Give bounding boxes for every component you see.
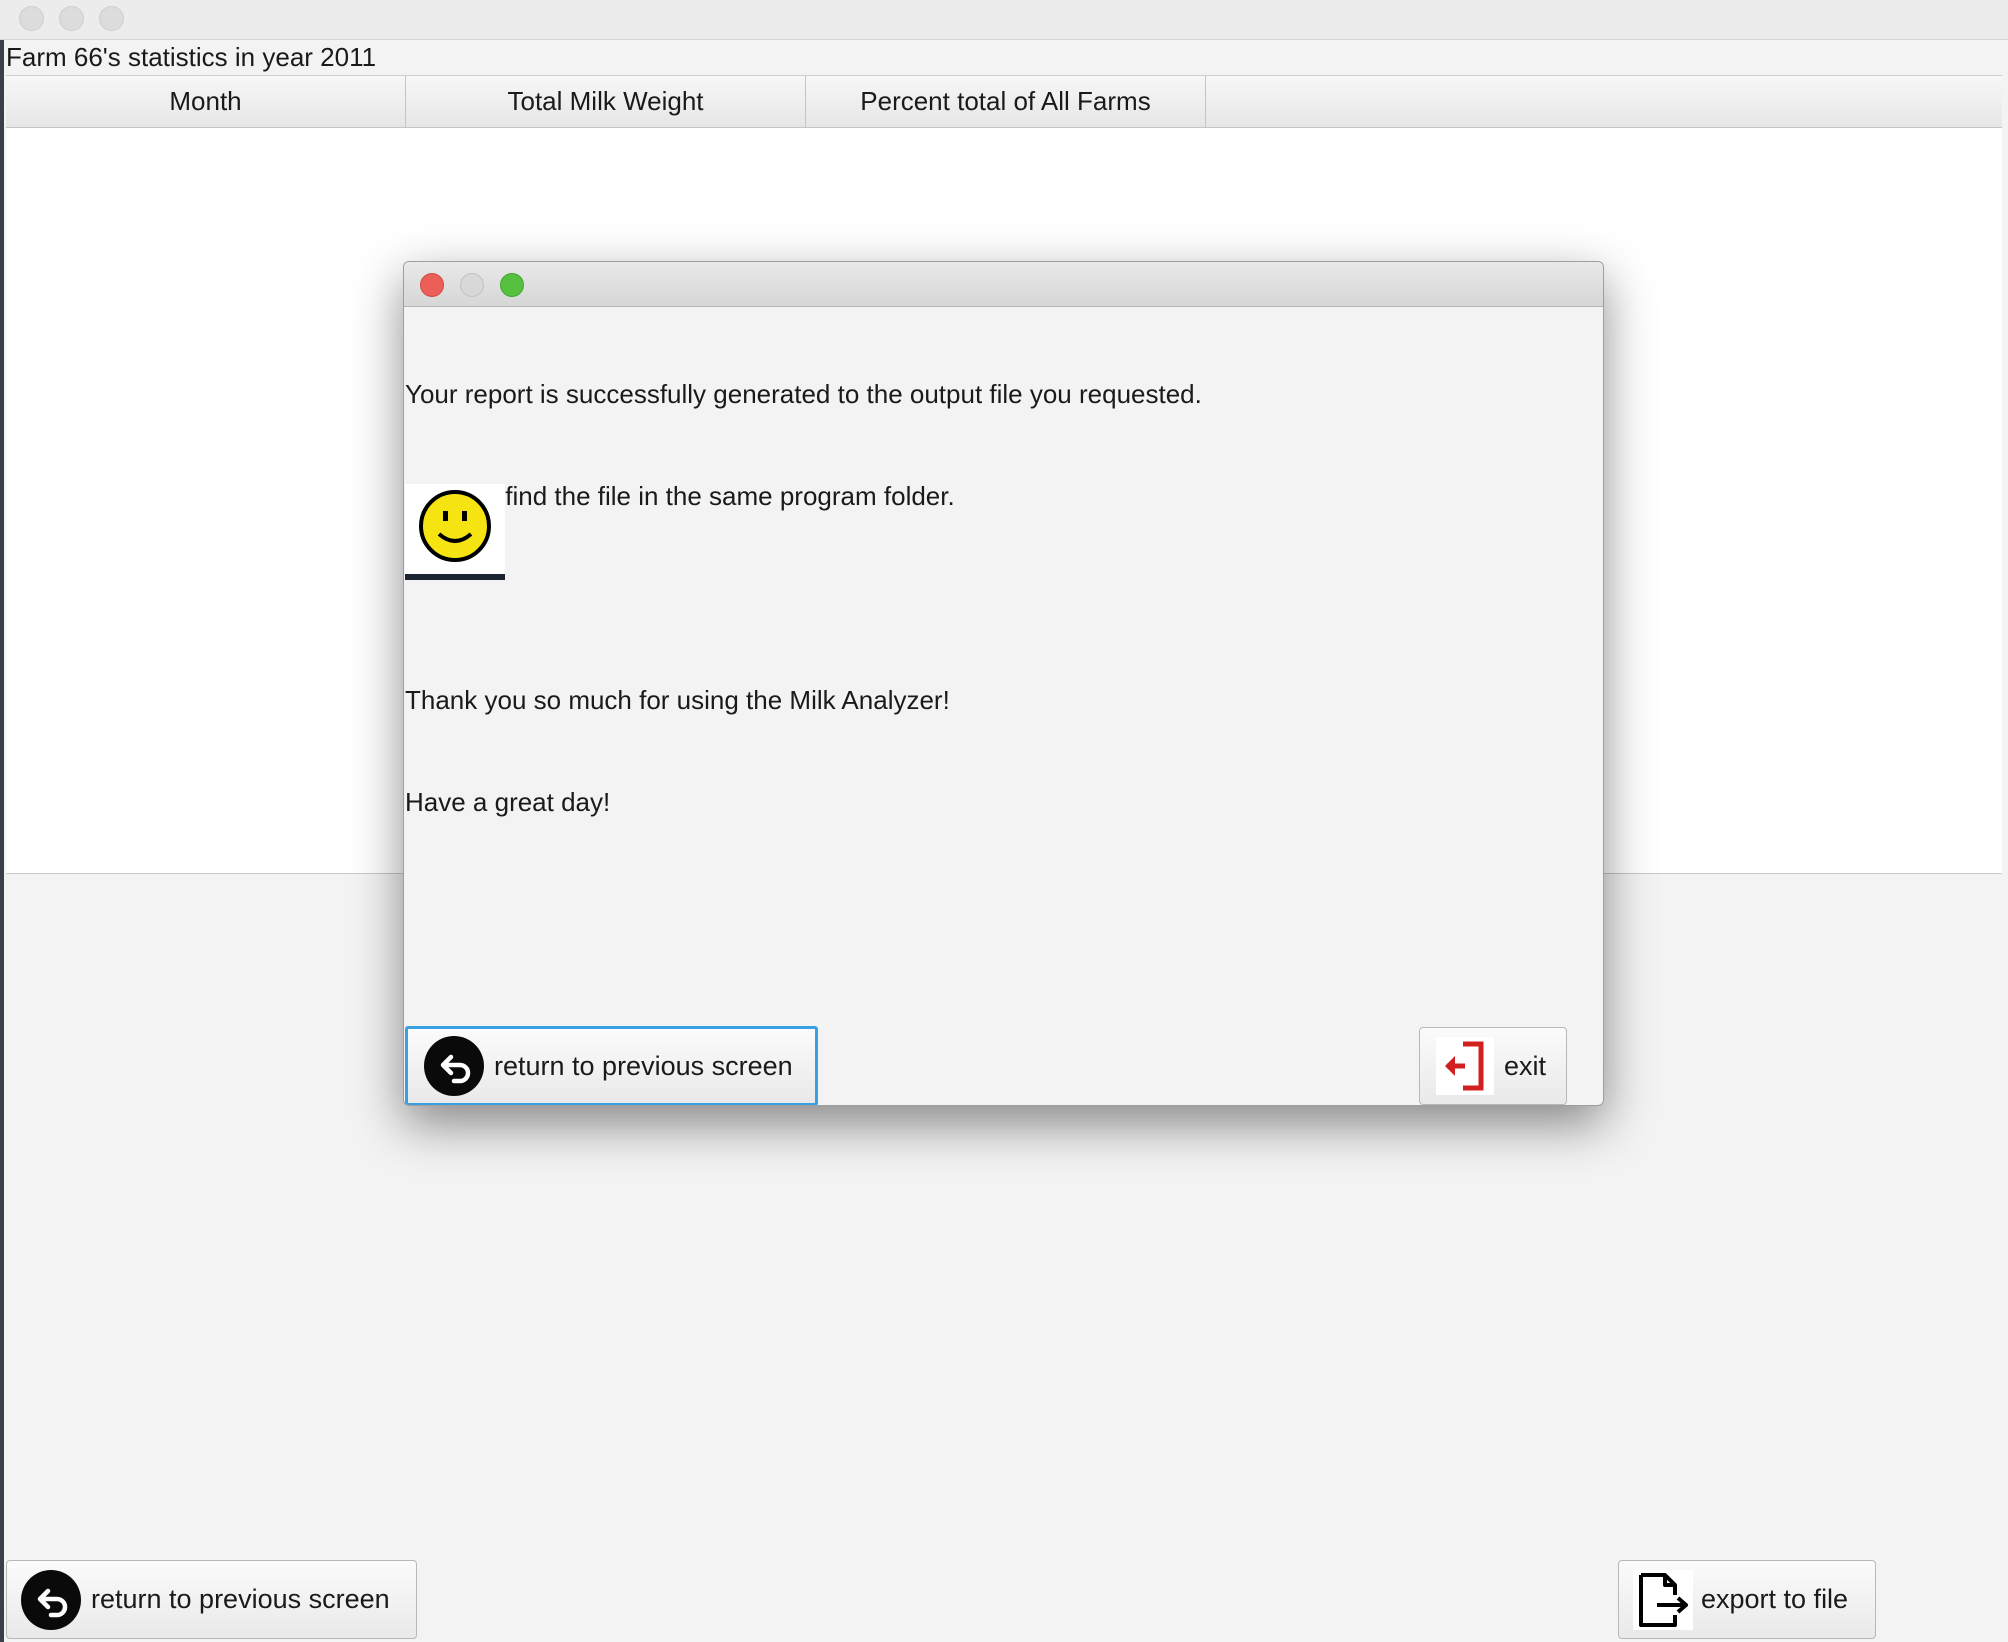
dialog-return-button[interactable]: return to previous screen (405, 1026, 818, 1105)
main-minimize-button[interactable] (59, 6, 84, 31)
message-line: You can find the file in the same progra… (405, 481, 955, 511)
main-window-titlebar (0, 0, 2008, 40)
export-to-file-button[interactable]: export to file (1618, 1560, 1876, 1639)
return-arrow-icon (424, 1036, 484, 1096)
message-line: Have a great day! (405, 787, 611, 817)
column-header-total-milk-weight[interactable]: Total Milk Weight (406, 76, 806, 127)
dialog-message: Your report is successfully generated to… (405, 309, 1202, 887)
message-line: Thank you so much for using the Milk Ana… (405, 685, 950, 715)
export-to-file-label: export to file (1701, 1584, 1849, 1614)
dialog-maximize-button[interactable] (500, 273, 524, 297)
table-header: Month Total Milk Weight Percent total of… (6, 75, 2002, 128)
dialog-minimize-button[interactable] (460, 273, 484, 297)
exit-label: exit (1504, 1050, 1547, 1081)
window-left-edge (0, 0, 4, 1642)
message-line: Your report is successfully generated to… (405, 379, 1202, 409)
main-maximize-button[interactable] (99, 6, 124, 31)
exit-door-icon (1436, 1037, 1494, 1095)
dialog-titlebar (404, 262, 1603, 307)
report-success-dialog: Your report is successfully generated to… (403, 261, 1604, 1106)
column-header-percent-total[interactable]: Percent total of All Farms (806, 76, 1206, 127)
smiley-face-icon (419, 490, 491, 562)
message-line (405, 581, 1202, 615)
dialog-close-button[interactable] (420, 273, 444, 297)
main-close-button[interactable] (19, 6, 44, 31)
main-return-label: return to previous screen (91, 1584, 390, 1614)
exit-button[interactable]: exit (1419, 1027, 1567, 1105)
farm-statistics-label: Farm 66's statistics in year 2011 (6, 42, 377, 72)
export-file-icon (1633, 1569, 1693, 1630)
column-header-month[interactable]: Month (6, 76, 406, 127)
main-return-button[interactable]: return to previous screen (6, 1560, 417, 1639)
dialog-return-label: return to previous screen (494, 1050, 793, 1081)
smiley-image (405, 484, 505, 580)
return-arrow-icon (21, 1569, 81, 1630)
